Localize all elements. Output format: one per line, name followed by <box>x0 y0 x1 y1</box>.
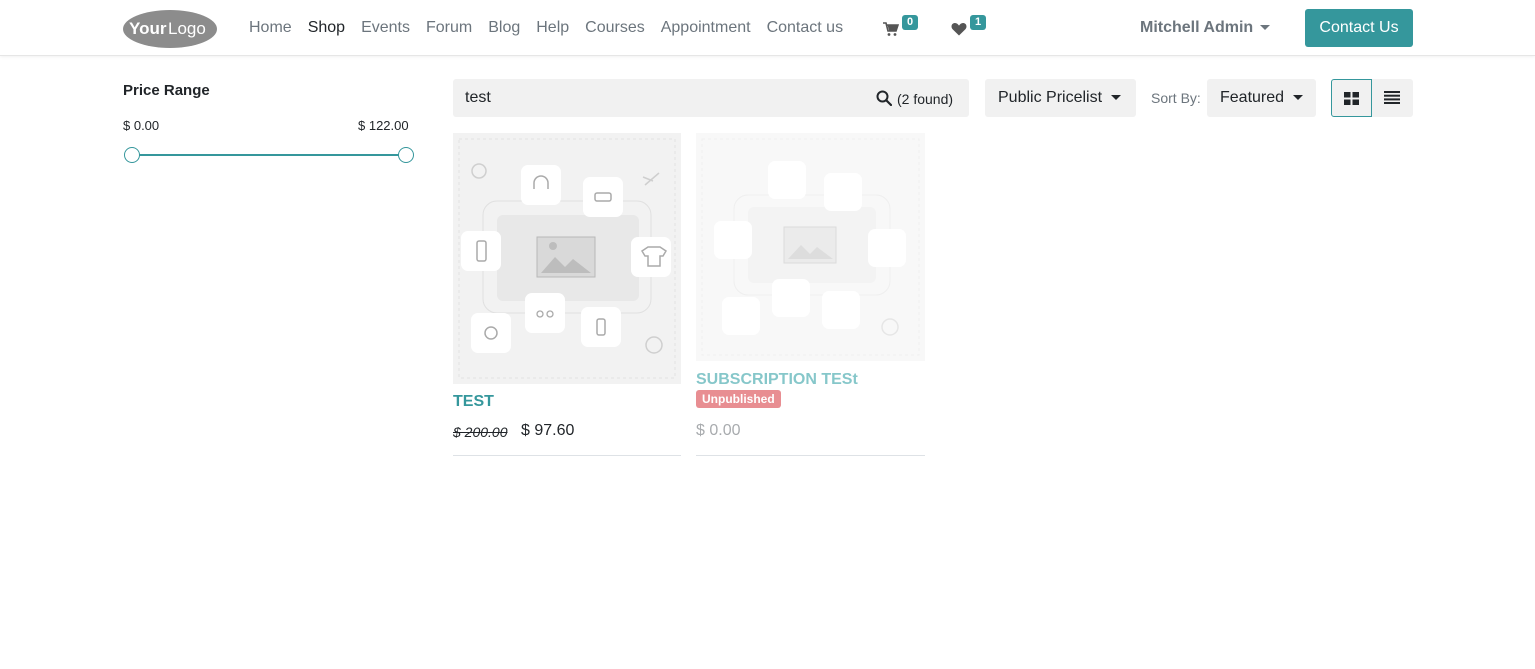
price-slider-track[interactable] <box>131 154 406 156</box>
price-slider-min-handle[interactable] <box>124 147 140 163</box>
price-max-label: $ 122.00 <box>358 118 409 133</box>
wishlist-count-badge: 1 <box>970 15 987 30</box>
list-view-button[interactable] <box>1372 79 1413 117</box>
contact-us-button[interactable]: Contact Us <box>1305 9 1413 47</box>
cart-link[interactable]: 0 <box>883 15 919 42</box>
chevron-down-icon <box>1293 95 1304 101</box>
chevron-down-icon <box>1111 95 1122 101</box>
unpublished-badge: Unpublished <box>696 390 781 408</box>
grid-icon <box>1344 92 1359 105</box>
sort-by-value: Featured <box>1220 89 1285 106</box>
pricelist-value: Public Pricelist <box>998 89 1103 106</box>
pricelist-dropdown[interactable]: Public Pricelist <box>985 79 1136 117</box>
cart-icon <box>883 22 900 36</box>
grid-view-button[interactable] <box>1331 79 1372 117</box>
nav-courses[interactable]: Courses <box>577 0 653 56</box>
product-card[interactable]: TEST $ 200.00 $ 97.60 <box>453 133 681 456</box>
nav-home[interactable]: Home <box>241 0 300 56</box>
price-slider-max-handle[interactable] <box>398 147 414 163</box>
nav-shop[interactable]: Shop <box>300 0 353 56</box>
search-icon[interactable] <box>876 90 892 106</box>
product-name[interactable]: SUBSCRIPTION TESt <box>696 371 858 389</box>
list-icon <box>1384 91 1400 104</box>
wishlist-link[interactable]: 1 <box>951 15 987 42</box>
site-logo[interactable]: Your Logo <box>123 9 217 48</box>
nav-appointment[interactable]: Appointment <box>653 0 759 56</box>
product-card[interactable]: SUBSCRIPTION TESt Unpublished $ 0.00 <box>696 133 925 456</box>
sort-by-label: Sort By: <box>1151 90 1201 106</box>
nav-events[interactable]: Events <box>353 0 418 56</box>
product-list-price: $ 200.00 <box>453 424 508 440</box>
nav-contact-us[interactable]: Contact us <box>759 0 851 56</box>
cart-count-badge: 0 <box>902 15 919 30</box>
nav-help[interactable]: Help <box>528 0 577 56</box>
nav-forum[interactable]: Forum <box>418 0 480 56</box>
sort-by-dropdown[interactable]: Featured <box>1207 79 1316 117</box>
price-range-title: Price Range <box>123 82 210 99</box>
top-navbar: Your Logo Home Shop Events Forum Blog He… <box>0 0 1535 56</box>
product-price: $ 0.00 <box>696 422 741 439</box>
svg-text:Your: Your <box>129 19 167 38</box>
product-search: (2 found) <box>453 79 969 117</box>
main-menu: Home Shop Events Forum Blog Help Courses… <box>241 0 851 56</box>
product-name[interactable]: TEST <box>453 393 494 411</box>
results-count: (2 found) <box>897 91 954 107</box>
heart-icon <box>951 22 967 36</box>
product-price: $ 97.60 <box>521 422 575 439</box>
search-input[interactable] <box>465 79 845 117</box>
chevron-down-icon <box>1260 25 1271 31</box>
svg-text:Logo: Logo <box>168 19 206 38</box>
product-placeholder-image[interactable] <box>453 133 681 384</box>
user-name: Mitchell Admin <box>1140 19 1254 36</box>
product-placeholder-image[interactable] <box>696 133 925 361</box>
nav-blog[interactable]: Blog <box>480 0 528 56</box>
user-menu[interactable]: Mitchell Admin <box>1140 0 1271 56</box>
price-min-label: $ 0.00 <box>123 118 160 133</box>
